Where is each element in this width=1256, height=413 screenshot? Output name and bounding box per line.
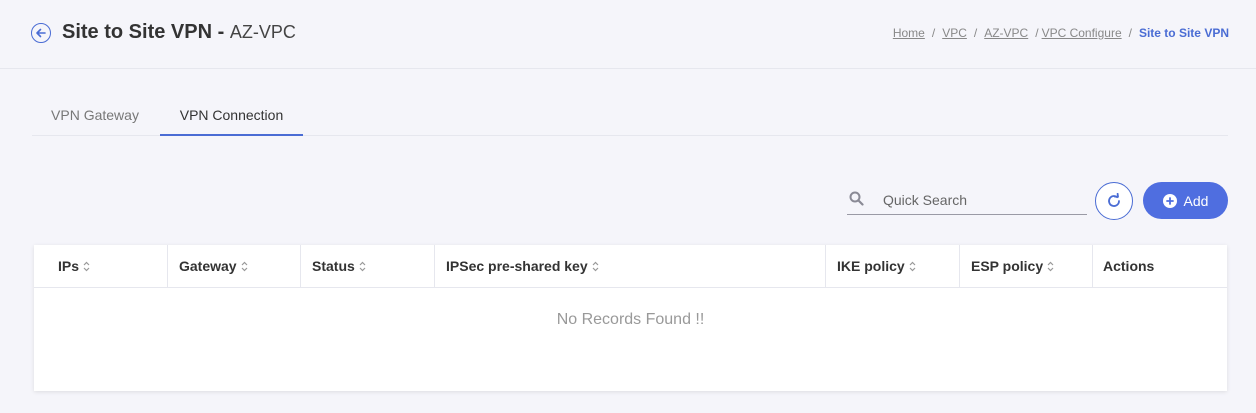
column-label: Status xyxy=(312,258,355,274)
column-label: Gateway xyxy=(179,258,237,274)
tab-bar: VPN Gateway VPN Connection xyxy=(32,95,1228,136)
column-header-esp-policy[interactable]: ESP policy xyxy=(959,245,1092,287)
refresh-icon xyxy=(1108,193,1120,207)
page-title-separator: - xyxy=(217,21,225,43)
sort-icon xyxy=(909,261,916,272)
breadcrumb-separator: / xyxy=(1128,26,1132,40)
empty-state-message: No Records Found !! xyxy=(556,311,705,328)
page-header: Site to Site VPN - AZ-VPC Home / VPC / A… xyxy=(0,0,1256,69)
back-button[interactable] xyxy=(31,23,51,43)
column-label: IPs xyxy=(58,258,80,274)
page-title-vpc: AZ-VPC xyxy=(229,22,296,42)
column-label: IPSec pre-shared key xyxy=(446,258,588,274)
search-input[interactable] xyxy=(881,187,1085,213)
breadcrumb-separator: / xyxy=(1035,26,1039,40)
breadcrumb-vpc-configure[interactable]: VPC Configure xyxy=(1042,26,1122,40)
column-header-actions: Actions xyxy=(1092,245,1227,287)
sort-icon xyxy=(241,261,248,272)
breadcrumb-home[interactable]: Home xyxy=(893,26,925,40)
page-title-main: Site to Site VPN xyxy=(62,21,213,43)
tab-vpn-gateway[interactable]: VPN Gateway xyxy=(32,95,158,136)
column-header-status[interactable]: Status xyxy=(300,245,434,287)
add-button[interactable]: Add xyxy=(1143,182,1228,219)
column-header-ike-policy[interactable]: IKE policy xyxy=(825,245,959,287)
vpn-connection-table: IPs Gateway Status IPSec pre-shared key … xyxy=(34,245,1227,391)
sort-icon xyxy=(83,261,90,272)
sort-icon xyxy=(359,261,366,272)
arrow-left-icon xyxy=(36,28,46,38)
sort-icon xyxy=(592,261,599,272)
refresh-button[interactable] xyxy=(1095,182,1133,220)
sort-icon xyxy=(1047,261,1054,272)
plus-circle-icon xyxy=(1162,193,1177,208)
tab-vpn-connection[interactable]: VPN Connection xyxy=(160,95,303,136)
column-header-gateway[interactable]: Gateway xyxy=(167,245,301,287)
column-label: IKE policy xyxy=(837,258,905,274)
add-button-label: Add xyxy=(1183,192,1209,209)
quick-search xyxy=(847,183,1087,215)
table-header: IPs Gateway Status IPSec pre-shared key … xyxy=(34,245,1227,288)
breadcrumb-separator: / xyxy=(931,26,936,40)
column-header-ipsec-key[interactable]: IPSec pre-shared key xyxy=(434,245,825,287)
search-icon xyxy=(849,191,864,206)
column-label: Actions xyxy=(1103,258,1155,274)
breadcrumb-separator: / xyxy=(973,26,978,40)
breadcrumb-vpc[interactable]: VPC xyxy=(942,26,967,40)
page-title: Site to Site VPN - AZ-VPC xyxy=(62,21,296,44)
column-label: ESP policy xyxy=(971,258,1044,274)
breadcrumb-az-vpc[interactable]: AZ-VPC xyxy=(984,26,1028,40)
breadcrumb: Home / VPC / AZ-VPC / VPC Configure / Si… xyxy=(893,26,1229,40)
breadcrumb-current: Site to Site VPN xyxy=(1138,26,1229,40)
column-header-ips[interactable]: IPs xyxy=(58,245,167,287)
